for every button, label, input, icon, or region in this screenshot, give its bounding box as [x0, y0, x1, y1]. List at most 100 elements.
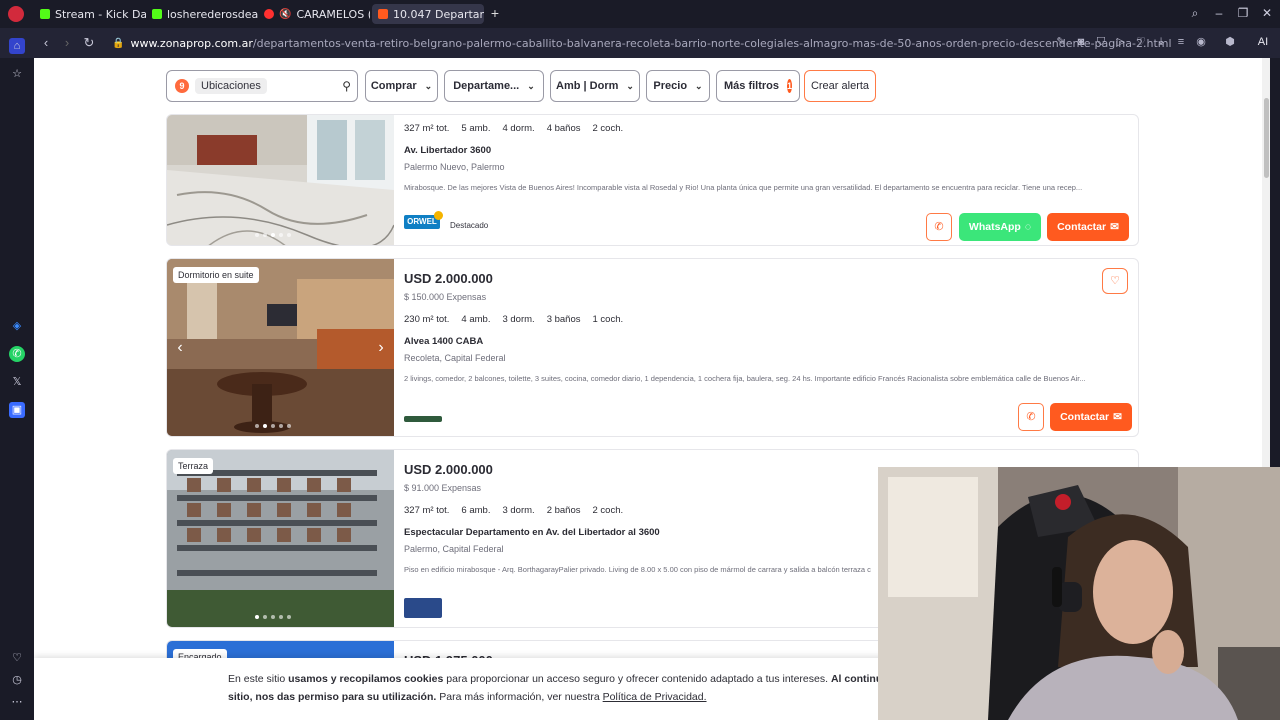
reload-icon[interactable]: ↻ [80, 34, 98, 52]
rooms-label: Amb | Dorm [556, 80, 619, 92]
star-icon[interactable]: ☆ [9, 66, 25, 82]
heart-icon[interactable]: ♡ [1134, 35, 1148, 49]
contact-button[interactable]: Contactar ✉ [1047, 213, 1129, 241]
extensions-icon[interactable]: ⬢ [1223, 35, 1237, 49]
listing-photo[interactable]: Terraza [167, 450, 394, 627]
feature-bedrooms: 4 dorm. [502, 123, 535, 134]
listing-description[interactable]: Piso en edificio mirabosque - Arq. Borth… [404, 565, 874, 574]
zonaprop-icon [378, 9, 388, 19]
feature-rooms: 4 amb. [461, 314, 491, 325]
streamer-webcam-image [878, 467, 1280, 720]
location-chip[interactable]: Ubicaciones [195, 78, 267, 94]
highlight-badge: Destacado [450, 221, 489, 230]
forward-icon[interactable]: › [58, 34, 76, 52]
kick-icon [40, 9, 50, 19]
create-alert-button[interactable]: Crear alerta [804, 70, 876, 102]
publisher-logo[interactable] [404, 416, 442, 422]
privacy-policy-link[interactable]: Política de Privacidad. [603, 691, 707, 703]
property-type-dropdown[interactable]: Departame... ⌄ [444, 70, 544, 102]
tab-kick-dashboard[interactable]: Stream - Kick Dashboard [34, 4, 146, 24]
listing-photo[interactable]: Dormitorio en suite ‹ › [167, 259, 394, 436]
mail-icon: ✉ [1113, 411, 1122, 423]
history-icon[interactable]: ◷ [9, 672, 25, 688]
chevron-down-icon: ⌄ [424, 80, 433, 91]
listing-address[interactable]: Alvea 1400 CABA [404, 336, 483, 347]
feature-garages: 1 coch. [592, 314, 624, 325]
listing-card[interactable]: Dormitorio en suite ‹ › USD 2.000.000 $ … [166, 258, 1139, 437]
home-icon[interactable]: ⌂ [9, 38, 25, 54]
search-icon[interactable]: ⚲ [342, 79, 351, 93]
feature-bathrooms: 4 baños [546, 123, 581, 134]
phone-button[interactable]: ✆ [926, 213, 952, 241]
feature-area: 230 m² tot. [404, 314, 450, 325]
speaker-muted-icon: 🔇 [279, 8, 292, 20]
contact-button[interactable]: Contactar ✉ [1050, 403, 1132, 431]
favorite-heart-icon[interactable]: ♡ [1102, 268, 1128, 294]
publisher-logo[interactable] [404, 598, 442, 618]
shield-icon[interactable]: ⛉ [1094, 35, 1108, 49]
rooms-dropdown[interactable]: Amb | Dorm ⌄ [550, 70, 640, 102]
opera-logo-icon[interactable] [8, 6, 24, 22]
photo-tag: Dormitorio en suite [173, 267, 259, 283]
tab-caramelos[interactable]: 🔇 CARAMELOS (prod by [258, 4, 370, 24]
whatsapp-label: WhatsApp [968, 221, 1021, 233]
listing-features: 327 m² tot. 6 amb. 3 dorm. 2 baños 2 coc… [404, 505, 623, 516]
chevron-down-icon: ⌄ [626, 80, 634, 91]
tab-title: 10.047 Departamentos ma [393, 7, 484, 21]
x-twitter-icon[interactable]: 𝕏 [9, 374, 25, 390]
webcam-overlay [878, 467, 1280, 720]
restore-icon[interactable]: ❐ [1235, 6, 1251, 20]
chevron-down-icon: ⌄ [527, 80, 535, 91]
building-facade-image [167, 450, 394, 627]
whatsapp-icon[interactable]: ✆ [9, 346, 25, 362]
tab-zonaprop[interactable]: 10.047 Departamentos ma [372, 4, 484, 24]
filter-bar: 9 Ubicaciones ⚲ Comprar ⌄ Departame... ⌄… [34, 58, 1262, 114]
listing-photo[interactable] [167, 115, 394, 245]
new-tab-plus-icon[interactable]: + [488, 6, 502, 20]
mail-icon: ✉ [1110, 221, 1119, 233]
feature-bedrooms: 3 dorm. [502, 314, 535, 325]
whatsapp-button[interactable]: WhatsApp ◌ [959, 213, 1041, 241]
classic-living-room-image [167, 259, 394, 436]
carousel-prev-icon[interactable]: ‹ [173, 339, 187, 357]
carousel-next-icon[interactable]: › [374, 339, 388, 357]
location-search-input[interactable]: 9 Ubicaciones ⚲ [166, 70, 358, 102]
download-icon[interactable]: ⤓ [1154, 35, 1168, 49]
price-dropdown[interactable]: Precio ⌄ [646, 70, 710, 102]
property-type-label: Departame... [453, 80, 520, 92]
listing-address[interactable]: Av. Libertador 3600 [404, 145, 491, 156]
listing-expensas: $ 150.000 Expensas [404, 292, 487, 302]
minimize-icon[interactable]: – [1211, 6, 1227, 20]
messenger-icon[interactable]: ◈ [9, 318, 25, 334]
edit-icon[interactable]: ✎ [1054, 35, 1068, 49]
scrollbar-thumb[interactable] [1264, 98, 1269, 178]
ai-button[interactable]: AI [1248, 35, 1278, 49]
search-tabs-icon[interactable]: ⌕ [1187, 6, 1203, 21]
kick-icon [152, 9, 162, 19]
back-icon[interactable]: ‹ [37, 34, 55, 52]
more-icon[interactable]: ⋯ [9, 694, 25, 710]
listing-address[interactable]: Espectacular Departamento en Av. del Lib… [404, 527, 660, 538]
profile-icon[interactable]: ◉ [1194, 35, 1208, 49]
pinboard-icon[interactable]: ▣ [9, 402, 25, 418]
camera-icon[interactable]: ◙ [1074, 35, 1088, 49]
heart-icon[interactable]: ♡ [9, 650, 25, 666]
more-filters-button[interactable]: Más filtros 1 [716, 70, 800, 102]
lock-icon: 🔒 [112, 37, 125, 49]
listing-features: 230 m² tot. 4 amb. 3 dorm. 3 baños 1 coc… [404, 314, 623, 325]
feature-bathrooms: 2 baños [546, 505, 581, 516]
listing-description[interactable]: Mirabosque. De las mejores Vista de Buen… [404, 183, 1094, 192]
url-field[interactable]: 🔒 www.zonaprop.com.ar/departamentos-vent… [112, 35, 1172, 51]
menu-icon[interactable]: ≡ [1174, 35, 1188, 49]
create-alert-label: Crear alerta [810, 80, 870, 92]
operation-dropdown[interactable]: Comprar ⌄ [365, 70, 438, 102]
close-icon[interactable]: ✕ [1259, 6, 1275, 20]
tab-losherederos[interactable]: losherederosdealberdi [146, 4, 258, 24]
play-icon[interactable]: ▷ [1114, 35, 1128, 49]
carousel-dots [255, 233, 291, 237]
listing-card[interactable]: 327 m² tot. 5 amb. 4 dorm. 4 baños 2 coc… [166, 114, 1139, 246]
listing-description[interactable]: 2 livings, comedor, 2 balcones, toilette… [404, 374, 1094, 383]
ai-label: AI [1257, 36, 1269, 48]
listing-features: 327 m² tot. 5 amb. 4 dorm. 4 baños 2 coc… [404, 123, 623, 134]
phone-button[interactable]: ✆ [1018, 403, 1044, 431]
